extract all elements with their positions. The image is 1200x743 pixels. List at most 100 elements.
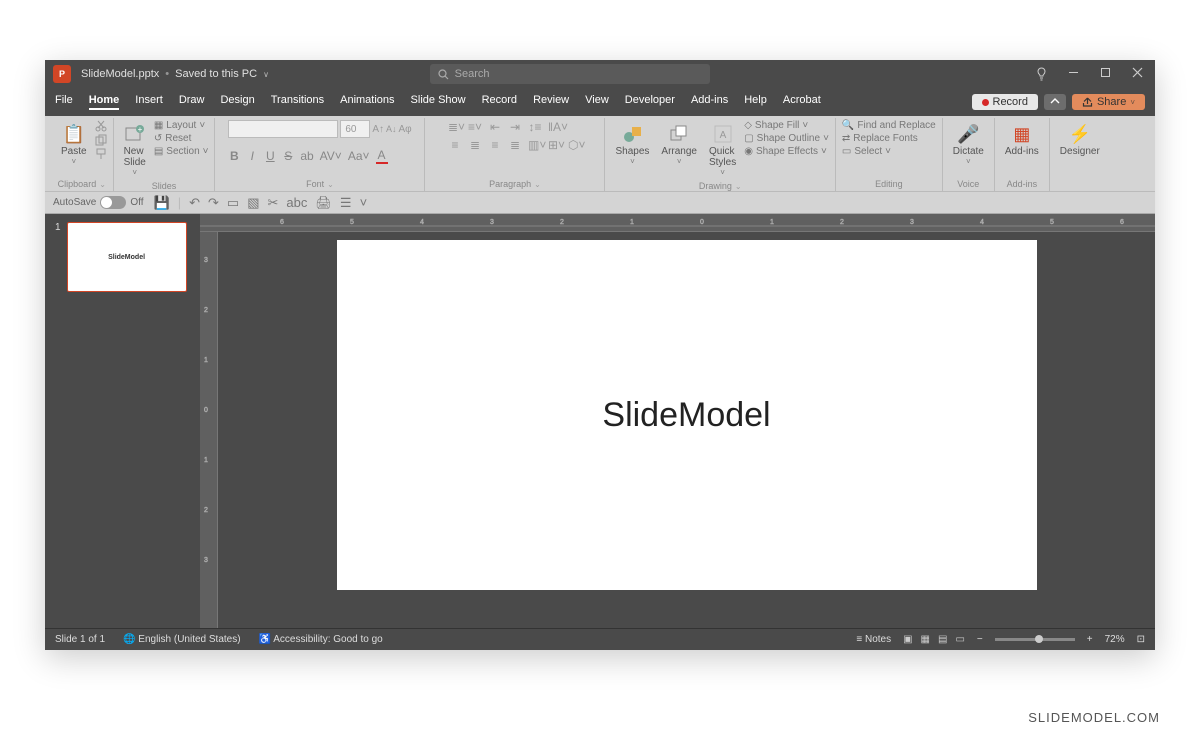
ruler-vertical[interactable]: 3210123 [200, 232, 218, 628]
shape-fill-button[interactable]: ◇ Shape Fill ˅ [744, 120, 829, 131]
dictate-button[interactable]: 🎤Dictate˅ [949, 120, 988, 168]
save-button[interactable]: 💾 [154, 195, 170, 211]
tab-help[interactable]: Help [744, 94, 767, 110]
zoom-slider[interactable] [995, 638, 1075, 641]
tab-insert[interactable]: Insert [135, 94, 163, 110]
align-text-button[interactable]: ⊞˅ [548, 138, 562, 152]
tab-record[interactable]: Record [482, 94, 517, 110]
text-direction-button[interactable]: ‖A˅ [548, 120, 562, 134]
close-icon[interactable] [1127, 67, 1147, 81]
change-case-button[interactable]: Aa˅ [348, 149, 370, 163]
section-button[interactable]: ▤ Section ˅ [154, 146, 209, 157]
tab-draw[interactable]: Draw [179, 94, 205, 110]
clear-format-button[interactable]: Aφ [399, 124, 412, 135]
indent-increase-button[interactable]: ⇥ [508, 120, 522, 134]
addins-button[interactable]: ▦Add-ins [1001, 120, 1043, 159]
tab-animations[interactable]: Animations [340, 94, 394, 110]
tab-transitions[interactable]: Transitions [271, 94, 324, 110]
indent-decrease-button[interactable]: ⇤ [488, 120, 502, 134]
record-button[interactable]: Record [972, 94, 1038, 110]
qat-more-button[interactable]: ˅ [360, 195, 368, 210]
tab-file[interactable]: File [55, 94, 73, 110]
char-spacing-button[interactable]: AV˅ [320, 149, 342, 163]
quick-styles-button[interactable]: AQuick Styles˅ [705, 120, 740, 179]
decrease-font-button[interactable]: A↓ [386, 124, 397, 134]
numbering-button[interactable]: ≡˅ [468, 120, 482, 134]
qat-print-button[interactable]: 🖨 [315, 195, 332, 211]
slide-thumbnail[interactable]: 1 SlideModel [55, 222, 190, 292]
reading-view-button[interactable]: ▤ [938, 634, 947, 645]
font-name-select[interactable] [228, 120, 338, 138]
select-button[interactable]: ▭ Select ˅ [842, 146, 936, 157]
find-button[interactable]: 🔍 Find and Replace [842, 120, 936, 131]
increase-font-button[interactable]: A↑ [372, 124, 384, 135]
minimize-icon[interactable] [1063, 67, 1083, 81]
bold-button[interactable]: B [228, 149, 240, 163]
layout-button[interactable]: ▦ Layout ˅ [154, 120, 209, 131]
share-button[interactable]: Share ˅ [1072, 94, 1145, 110]
reset-button[interactable]: ↺ Reset [154, 133, 209, 144]
accessibility-status[interactable]: ♿ Accessibility: Good to go [259, 634, 383, 645]
format-painter-button[interactable] [95, 148, 107, 160]
fit-to-window-button[interactable]: ⊡ [1137, 634, 1145, 645]
shadow-button[interactable]: ab [300, 149, 313, 163]
shapes-button[interactable]: Shapes˅ [611, 120, 653, 168]
zoom-in-button[interactable]: + [1087, 634, 1093, 645]
tab-slideshow[interactable]: Slide Show [411, 94, 466, 110]
strike-button[interactable]: S [282, 149, 294, 163]
font-color-button[interactable]: A [376, 148, 388, 164]
designer-button[interactable]: ⚡Designer [1056, 120, 1104, 159]
tab-developer[interactable]: Developer [625, 94, 675, 110]
undo-button[interactable]: ↶ [189, 195, 200, 211]
paste-button[interactable]: 📋Paste˅ [57, 120, 91, 168]
cut-button[interactable] [95, 120, 107, 132]
search-input[interactable]: Search [430, 64, 710, 84]
qat-cut-button[interactable]: ✂ [268, 195, 279, 211]
arrange-button[interactable]: Arrange˅ [657, 120, 701, 168]
bullets-button[interactable]: ≣˅ [448, 120, 462, 134]
slide-count[interactable]: Slide 1 of 1 [55, 634, 105, 645]
autosave-toggle[interactable]: AutoSave Off [53, 196, 144, 209]
notes-button[interactable]: ≡ Notes [856, 634, 891, 645]
tab-addins[interactable]: Add-ins [691, 94, 728, 110]
tab-acrobat[interactable]: Acrobat [783, 94, 821, 110]
align-center-button[interactable]: ≣ [468, 138, 482, 152]
align-right-button[interactable]: ≡ [488, 138, 502, 152]
redo-button[interactable]: ↷ [208, 195, 219, 211]
tab-home[interactable]: Home [89, 94, 120, 110]
font-size-select[interactable]: 60 [340, 120, 370, 138]
canvas-area[interactable]: SlideModel [218, 232, 1155, 628]
language-status[interactable]: 🌐 English (United States) [123, 634, 241, 645]
slide-title-text[interactable]: SlideModel [602, 396, 770, 435]
align-left-button[interactable]: ≡ [448, 138, 462, 152]
help-lightbulb-icon[interactable] [1031, 67, 1051, 81]
tab-view[interactable]: View [585, 94, 609, 110]
justify-button[interactable]: ≣ [508, 138, 522, 152]
italic-button[interactable]: I [246, 149, 258, 163]
replace-button[interactable]: ⇄ Replace Fonts [842, 133, 936, 144]
qat-spelling-button[interactable]: abc [286, 195, 307, 210]
zoom-out-button[interactable]: − [977, 634, 983, 645]
tab-design[interactable]: Design [220, 94, 254, 110]
normal-view-button[interactable]: ▣ [903, 634, 912, 645]
smartart-button[interactable]: ⬡˅ [568, 138, 582, 152]
slideshow-view-button[interactable]: ▭ [955, 634, 964, 645]
document-title[interactable]: SlideModel.pptx • Saved to this PC ∨ [81, 68, 269, 80]
maximize-icon[interactable] [1095, 67, 1115, 81]
from-beginning-button[interactable]: ▭ [227, 195, 239, 211]
new-slide-button[interactable]: +New Slide˅ [120, 120, 150, 179]
underline-button[interactable]: U [264, 149, 276, 163]
slide-canvas[interactable]: SlideModel [337, 240, 1037, 590]
zoom-level[interactable]: 72% [1105, 634, 1125, 645]
copy-button[interactable] [95, 134, 107, 146]
collapse-ribbon-button[interactable] [1044, 94, 1066, 110]
sorter-view-button[interactable]: ▦ [921, 634, 930, 645]
shape-outline-button[interactable]: ▢ Shape Outline ˅ [744, 133, 829, 144]
line-spacing-button[interactable]: ↕≡ [528, 120, 542, 134]
ruler-horizontal[interactable]: 6543210123456 [200, 214, 1155, 232]
shape-effects-button[interactable]: ◉ Shape Effects ˅ [744, 146, 829, 157]
tab-review[interactable]: Review [533, 94, 569, 110]
qat-new-slide-button[interactable]: ▧ [247, 195, 259, 211]
columns-button[interactable]: ▥˅ [528, 138, 542, 152]
qat-touch-button[interactable]: ☰ [340, 195, 352, 211]
